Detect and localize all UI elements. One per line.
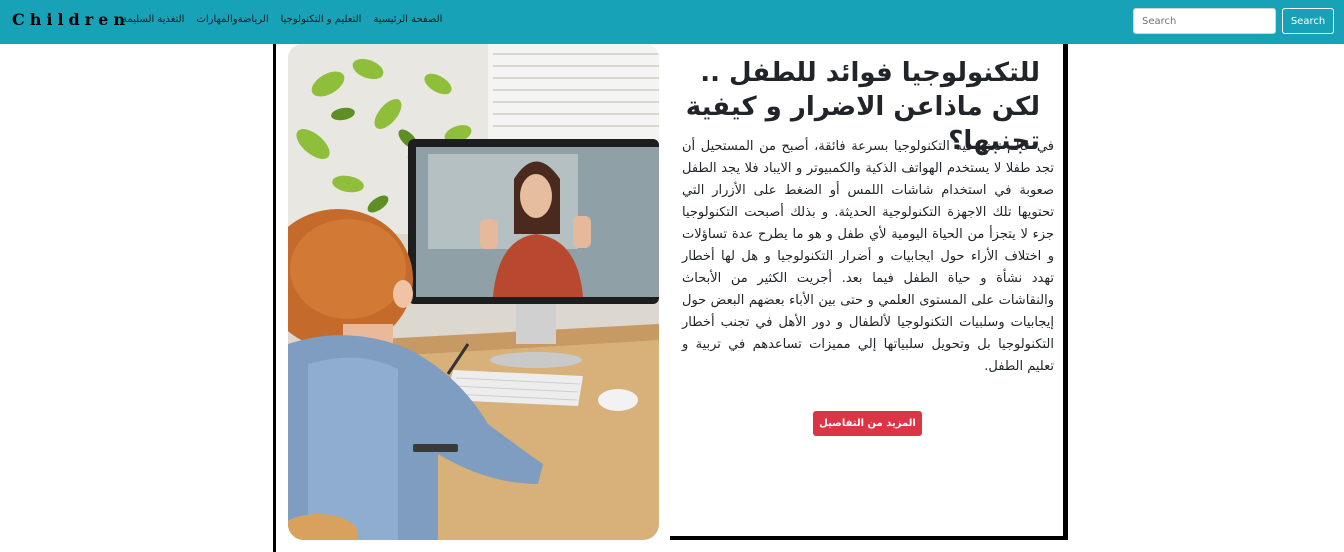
nav-link-education-technology[interactable]: التعليم و التكنولوجيا: [281, 14, 362, 25]
article-image: [288, 44, 659, 540]
card-border-right: [1063, 44, 1068, 540]
card-border-left: [273, 44, 276, 552]
card-border-bottom: [670, 536, 1068, 540]
brand-logo[interactable]: Children: [12, 10, 130, 29]
nav-link-sports-skills[interactable]: الرياضةوالمهارات: [196, 14, 268, 25]
more-details-button[interactable]: المزيد من التفاصيل: [813, 411, 922, 436]
search-input[interactable]: [1133, 8, 1276, 34]
nav-link-healthy-nutrition[interactable]: التغذية السليمة: [122, 14, 184, 25]
nav-links: الصفحة الرئيسية التعليم و التكنولوجيا ال…: [122, 14, 442, 25]
nav-link-home[interactable]: الصفحة الرئيسية: [373, 14, 442, 25]
article-body: في عالم تغزو فيه التكنولوجيا بسرعة فائقة…: [682, 139, 1054, 374]
top-navbar: Children الصفحة الرئيسية التعليم و التكن…: [0, 0, 1344, 44]
search-button[interactable]: Search: [1282, 8, 1334, 34]
